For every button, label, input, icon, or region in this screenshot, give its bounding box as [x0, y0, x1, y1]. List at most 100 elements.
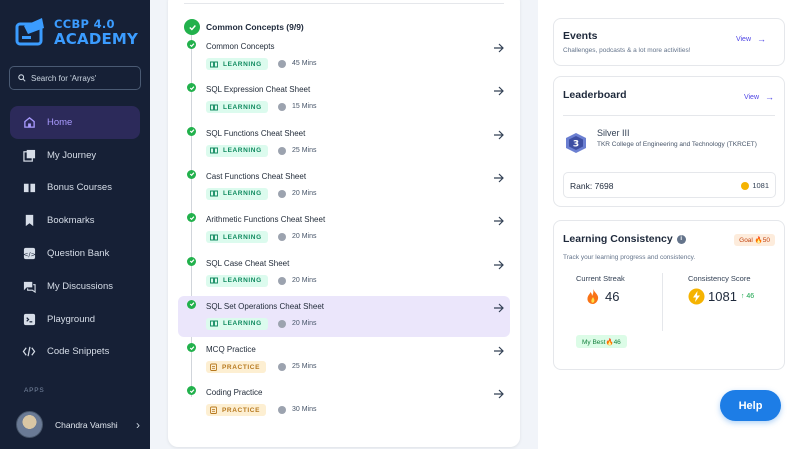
clock-icon — [278, 319, 286, 328]
completed-check-icon — [187, 213, 196, 223]
sidebar-item-my-discussions[interactable]: My Discussions — [10, 270, 140, 303]
lesson-row[interactable]: Arithmetic Functions Cheat Sheet LEARNING… — [178, 209, 510, 250]
arrow-right-icon[interactable] — [493, 127, 504, 145]
tier-badge-icon: 3 — [564, 132, 588, 159]
divider — [662, 273, 663, 331]
sidebar-item-label: My Discussions — [47, 280, 113, 292]
lesson-row[interactable]: Coding Practice PRACTICE 30 Mins — [178, 382, 510, 423]
lesson-duration: 20 Mins — [292, 189, 317, 197]
clock-icon — [278, 103, 286, 112]
svg-text:3: 3 — [573, 140, 579, 150]
coin-icon — [741, 181, 750, 190]
book-icon — [210, 147, 218, 154]
arrow-right-icon[interactable] — [493, 257, 504, 275]
completed-check-icon — [187, 169, 196, 179]
completed-check-icon — [187, 256, 196, 266]
sidebar-item-question-bank[interactable]: </> Question Bank — [10, 237, 140, 270]
current-streak-label: Current Streak — [576, 274, 625, 283]
sidebar-item-code-snippets[interactable]: Code Snippets — [10, 336, 140, 369]
section-title: Common Concepts (9/9) — [206, 22, 304, 32]
lesson-row[interactable]: SQL Functions Cheat Sheet LEARNING 25 Mins — [178, 123, 510, 164]
score-value: 1081 — [708, 289, 737, 304]
arrow-right-icon[interactable] — [493, 300, 504, 318]
topic-card: Common Concepts (9/9) Common Concepts LEA… — [168, 0, 520, 447]
leaderboard-view-link[interactable]: View → — [744, 92, 774, 102]
logo[interactable]: CCBP 4.0 ACADEMY — [14, 16, 138, 50]
bookmark-icon — [22, 214, 36, 228]
completed-check-icon — [187, 343, 196, 353]
home-icon — [22, 115, 36, 129]
clock-icon — [278, 233, 286, 242]
sidebar-nav: Home My Journey Bonus Courses Bookmarks … — [10, 106, 140, 368]
consistency-subtitle: Track your learning progress and consist… — [563, 254, 696, 261]
arrow-right-icon[interactable] — [493, 386, 504, 404]
lesson-type-label: PRACTICE — [222, 406, 261, 414]
events-subtitle: Challenges, podcasts & a lot more activi… — [563, 47, 691, 54]
clock-icon — [278, 276, 286, 285]
lesson-row[interactable]: SQL Case Cheat Sheet LEARNING 20 Mins — [178, 253, 510, 294]
lesson-type-label: LEARNING — [223, 277, 262, 284]
sidebar-item-home[interactable]: Home — [10, 106, 140, 139]
sidebar-item-bonus-courses[interactable]: Bonus Courses — [10, 172, 140, 205]
journey-icon — [22, 148, 36, 162]
search-input[interactable]: Search for 'Arrays' — [9, 66, 141, 90]
arrow-right-icon[interactable] — [493, 40, 504, 58]
sidebar-item-label: Bonus Courses — [47, 182, 112, 194]
lesson-type-badge: LEARNING — [206, 58, 268, 70]
lesson-row[interactable]: MCQ Practice PRACTICE 25 Mins — [178, 339, 510, 380]
lesson-duration: 20 Mins — [292, 276, 317, 284]
clock-icon — [278, 406, 286, 415]
events-view-link[interactable]: View → — [736, 34, 766, 44]
book-icon — [210, 104, 218, 111]
rank-value: Rank: 7698 — [570, 181, 614, 191]
view-label: View — [735, 35, 751, 43]
lesson-row[interactable]: Common Concepts LEARNING 45 Mins — [178, 36, 510, 77]
help-button[interactable]: Help — [720, 390, 781, 421]
sidebar-item-label: Home — [47, 116, 73, 128]
arrow-right-icon[interactable] — [493, 343, 504, 361]
book-icon — [210, 61, 218, 68]
arrow-right-icon[interactable] — [493, 213, 504, 231]
sidebar-item-bookmarks[interactable]: Bookmarks — [10, 204, 140, 237]
lesson-row[interactable]: SQL Expression Cheat Sheet LEARNING 15 Min… — [178, 79, 510, 120]
section-header[interactable]: Common Concepts (9/9) — [184, 19, 304, 35]
lesson-type-badge: LEARNING — [206, 101, 268, 114]
lesson-type-badge: LEARNING — [206, 274, 268, 287]
search-icon — [18, 74, 26, 82]
lesson-row[interactable]: Cast Functions Cheat Sheet LEARNING 20 Min… — [178, 166, 510, 207]
events-title: Events — [563, 30, 598, 42]
sidebar-item-playground[interactable]: Playground — [10, 303, 140, 336]
book-icon — [210, 277, 218, 284]
lesson-duration: 25 Mins — [292, 146, 317, 154]
leaderboard-title: Leaderboard — [563, 89, 627, 101]
lesson-title: SQL Set Operations Cheat Sheet — [206, 301, 324, 311]
arrow-right-icon[interactable] — [493, 83, 504, 101]
arrow-right-icon[interactable] — [493, 170, 504, 188]
lightning-coin-icon — [688, 288, 705, 305]
book-icon — [210, 190, 218, 197]
info-icon[interactable]: i — [676, 234, 686, 244]
sidebar-item-my-journey[interactable]: My Journey — [10, 139, 140, 172]
lesson-row[interactable]: SQL Set Operations Cheat Sheet LEARNING 20… — [178, 295, 510, 337]
lesson-title: Cast Functions Cheat Sheet — [206, 171, 307, 181]
lesson-type-label: LEARNING — [223, 60, 262, 68]
rank-box: Rank: 7698 1081 — [563, 172, 776, 198]
arrow-right-icon: → — [757, 34, 766, 44]
clipboard-icon — [210, 363, 217, 372]
lesson-type-badge: LEARNING — [206, 317, 268, 330]
discussion-icon — [22, 279, 36, 293]
logo-line1: CCBP 4.0 — [54, 16, 115, 31]
my-best-badge: My Best🔥46 — [576, 335, 627, 348]
sidebar-item-label: Question Bank — [47, 248, 110, 260]
completed-check-icon — [187, 83, 196, 93]
events-card: Events Challenges, podcasts & a lot more… — [553, 18, 785, 66]
sidebar-item-label: Playground — [47, 313, 96, 325]
clock-icon — [278, 146, 286, 155]
lesson-duration: 30 Mins — [292, 406, 317, 414]
consistency-score: 1081 ↑ 46 — [688, 288, 754, 305]
user-profile[interactable]: Chandra Vamshi › — [16, 411, 140, 438]
logo-line2: ACADEMY — [54, 30, 139, 49]
lesson-duration: 25 Mins — [292, 363, 317, 371]
completed-check-icon — [187, 126, 196, 136]
arrow-right-icon: → — [765, 92, 774, 102]
